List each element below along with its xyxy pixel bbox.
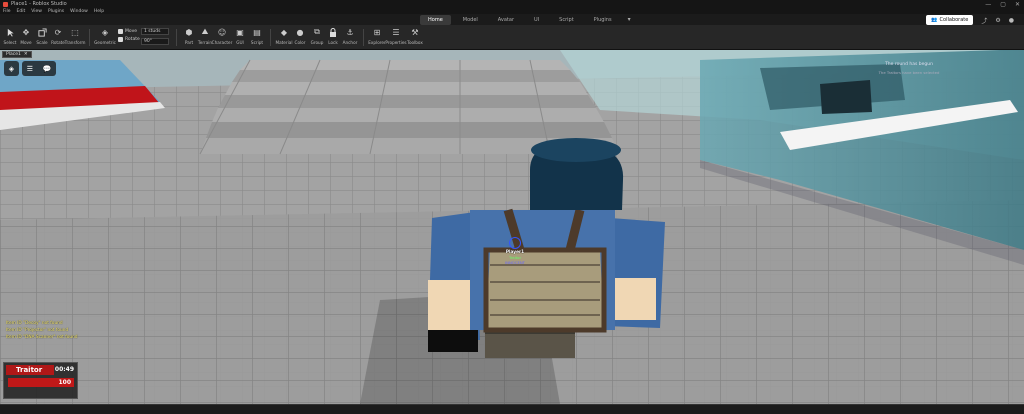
geometric-tool[interactable]: ◈ Geometric [94,27,116,46]
target-ring-icon [509,237,521,249]
window-title: Place1 - Roblox Studio [11,1,67,7]
transform-tool[interactable]: ⬚ Transform [65,27,86,46]
snap-move-checkbox[interactable] [118,29,123,34]
character-icon: ☺ [217,27,227,37]
tab-ui[interactable]: UI [526,15,547,25]
move-arrows-icon: ✥ [22,27,30,37]
color-button[interactable]: ● Color [291,27,309,46]
menu-edit[interactable]: Edit [17,9,26,14]
explorer-icon: ⊞ [373,27,381,37]
cursor-icon [5,27,15,37]
hud-top-left: ◈ ☰ 💬 [4,61,56,76]
status-bar [0,404,1024,414]
script-button[interactable]: ▤ Script [248,27,266,46]
terrain-icon: ⛰ [201,27,209,36]
toolbar-separator [270,29,271,46]
color-icon: ● [296,27,304,37]
gui-button[interactable]: ▣ GUI [231,27,249,46]
chat-line: Item ID "Decoy" not found [6,321,63,326]
users-icon: 👥 [931,17,938,23]
close-button[interactable]: ✕ [1015,1,1020,8]
app-icon [3,1,8,7]
menu-file[interactable]: File [3,9,11,14]
menu-help[interactable]: Help [94,9,104,14]
snap-move-toggle[interactable]: Move [118,29,140,34]
ribbon-tabs: Home Model Avatar UI Script Plugins ▾ [420,15,635,25]
share-icon[interactable]: ⤴ [981,16,987,25]
lock-icon [328,27,338,37]
add-tab-icon[interactable]: ▾ [624,15,635,25]
close-icon[interactable]: ✕ [24,52,28,57]
menu-icon: ☰ [26,64,34,73]
ribbon-tab-bar: Home Model Avatar UI Script Plugins ▾ 👥 … [0,14,1024,25]
scale-icon [37,27,47,37]
chat-line: Item ID "DNA Scanner" not found [6,335,78,340]
chat-log: Item ID "Decoy" not found Item ID "Proje… [6,320,78,341]
player-nametag: Player1 Traitor INNOCENT [500,237,530,265]
menu-view[interactable]: View [31,9,42,14]
ribbon-right-actions: 👥 Collaborate ⤴ ⚙ ● [926,15,1014,25]
doc-tab-label: Place1 [6,52,21,57]
chat-line: Item ID "Projector" not found [6,328,69,333]
toolbar-separator [363,29,364,46]
toolbox-button[interactable]: ⚒ Toolbox [406,27,424,46]
settings-icon[interactable]: ⚙ [995,17,1000,24]
minimize-button[interactable]: — [985,1,991,8]
tab-plugins[interactable]: Plugins [586,15,620,25]
material-icon: ◆ [280,27,288,37]
avatar[interactable]: ● [1009,17,1014,24]
maximize-button[interactable]: ▢ [1000,1,1006,8]
snap-rotate-checkbox[interactable] [118,37,123,42]
tab-model[interactable]: Model [455,15,486,25]
properties-icon: ☰ [392,27,400,37]
transform-icon: ⬚ [71,27,79,37]
cube-icon: ⬢ [185,27,193,37]
script-icon: ▤ [253,27,261,37]
toolbar-separator [89,29,90,46]
rotate-icon: ⟳ [54,27,62,37]
nametag-label: INNOCENT [505,260,525,265]
properties-button[interactable]: ☰ Properties [385,27,406,46]
title-bar: Place1 - Roblox Studio — ▢ ✕ [0,0,1024,8]
snap-rotate-input[interactable]: 90° [141,38,169,45]
chat-toggle[interactable]: ☰ 💬 [22,61,56,76]
window-controls: — ▢ ✕ [985,0,1020,8]
place-doc-tab[interactable]: Place1 ✕ [2,51,32,58]
collaborate-label: Collaborate [939,17,969,23]
toolbox-icon: ⚒ [411,27,419,37]
snap-values: 1 studs 90° [141,28,169,45]
group-icon: ⧉ [314,27,320,36]
round-notification: The round has begun The Traitors have be… [834,62,984,75]
collaborate-button[interactable]: 👥 Collaborate [926,15,974,25]
anchor-icon: ⚓ [346,27,354,37]
snap-toggles: Move Rotate [118,29,140,42]
tab-script[interactable]: Script [551,15,582,25]
anchor-button[interactable]: ⚓ Anchor [341,27,359,46]
menu-window[interactable]: Window [70,9,88,14]
menu-plugins[interactable]: Plugins [48,9,64,14]
roblox-menu-icon[interactable]: ◈ [4,61,19,76]
health-bar: 100 [8,378,74,387]
snap-rotate-toggle[interactable]: Rotate [118,37,140,42]
chat-icon: 💬 [42,64,52,73]
role-badge: Traitor [6,365,54,375]
game-viewport[interactable]: Place1 ✕ ◈ ☰ 💬 The round has begun The T… [0,50,1024,404]
character-button[interactable]: ☺ Character [212,27,233,46]
lock-button[interactable]: Lock [324,27,342,45]
tab-home[interactable]: Home [420,15,451,25]
tab-avatar[interactable]: Avatar [490,15,522,25]
notification-title: The round has begun [885,62,933,67]
gui-icon: ▣ [236,27,244,37]
notification-subtitle: The Traitors have been selected [878,70,940,75]
snap-move-input[interactable]: 1 studs [141,28,169,35]
scene-render [0,50,1024,404]
player-status-panel: Traitor 00:49 100 [3,362,78,399]
geometric-icon: ◈ [101,27,109,37]
home-toolbar: Select ✥ Move Scale ⟳ Rotate ⬚ Transform… [0,25,1024,50]
explorer-button[interactable]: ⊞ Explorer [368,27,386,46]
round-timer: 00:49 [54,366,74,373]
toolbar-separator [176,29,177,46]
